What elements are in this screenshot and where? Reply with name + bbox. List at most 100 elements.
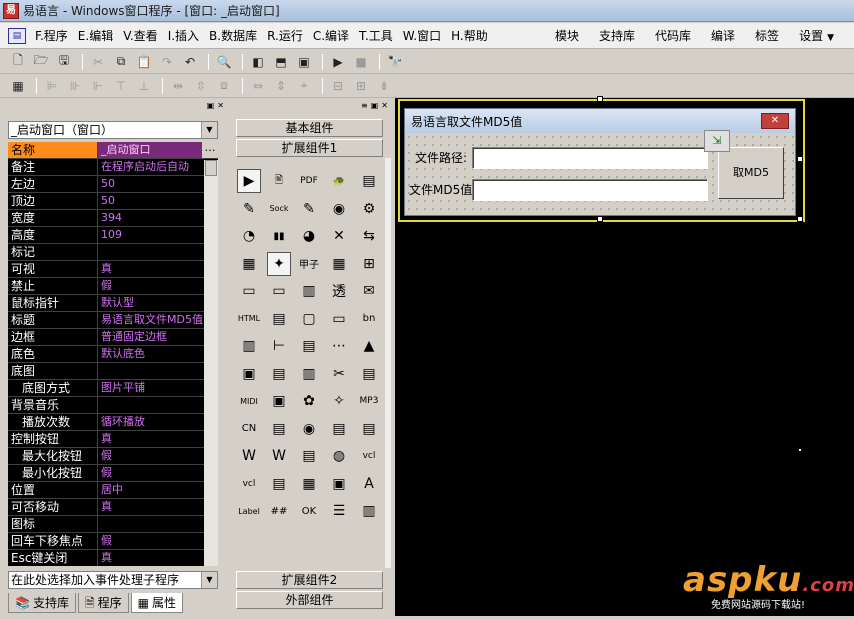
menu-compile-quick[interactable]: 编译 (701, 23, 745, 49)
tab-program[interactable]: 🗎 程序 (77, 593, 129, 613)
align-right-icon[interactable]: ⊩ (88, 77, 108, 95)
property-value[interactable] (98, 363, 218, 379)
property-value[interactable]: 394 (98, 210, 218, 226)
property-row[interactable]: 底色 默认底色 (8, 346, 218, 363)
copy-icon[interactable]: ⧉ (111, 53, 131, 71)
extension-components-2-button[interactable]: 扩展组件2 (236, 571, 383, 589)
component-icon[interactable]: ▭ (267, 279, 291, 303)
property-value[interactable]: 50 (98, 193, 218, 209)
menu-icon[interactable]: ≡ (361, 101, 368, 110)
menu-support-lib[interactable]: 支持库 (589, 23, 645, 49)
align-middle-icon[interactable]: ⊥ (134, 77, 154, 95)
property-row[interactable]: 控制按钮真 (8, 431, 218, 448)
property-row[interactable]: 最大化按钮假 (8, 448, 218, 465)
component-icon[interactable]: ▶ (237, 169, 261, 193)
undo-icon[interactable]: ↶ (180, 53, 200, 71)
component-icon[interactable]: 🐢 (327, 169, 351, 193)
restore-icon[interactable]: ▣ (207, 101, 215, 110)
menu-database[interactable]: B.数据库 (204, 23, 262, 49)
component-icon[interactable]: ▤ (297, 444, 321, 468)
stop-icon[interactable]: ■ (351, 53, 371, 71)
menu-insert[interactable]: I.插入 (163, 23, 204, 49)
md5-label[interactable]: 文件MD5值: (409, 181, 476, 198)
property-value[interactable] (98, 397, 218, 413)
property-value[interactable]: 循环播放 (98, 414, 218, 430)
property-row[interactable]: 最小化按钮假 (8, 465, 218, 482)
component-icon[interactable]: ▤ (297, 334, 321, 358)
property-row[interactable]: 名称 _启动窗口… (8, 142, 218, 159)
property-row[interactable]: 左边 50 (8, 176, 218, 193)
get-md5-button[interactable]: 取MD5 (718, 147, 784, 199)
component-icon[interactable]: ◉ (327, 197, 351, 221)
component-icon[interactable]: ✕ (327, 224, 351, 248)
property-row[interactable]: 标题 易语言取文件MD5值 (8, 312, 218, 329)
component-icon[interactable]: ✦ (267, 251, 291, 276)
component-icon[interactable]: ▮▮ (267, 224, 291, 248)
component-icon[interactable]: Sock (267, 197, 291, 221)
component-icon[interactable]: ▤ (267, 417, 291, 441)
property-value[interactable]: 图片平铺 (98, 380, 218, 396)
component-icon[interactable]: ✎ (237, 197, 261, 221)
md5-output[interactable] (472, 179, 708, 201)
designed-form[interactable]: 易语言取文件MD5值 ✕ 文件路径: 文件MD5值: 取MD5 (404, 108, 796, 216)
component-icon[interactable]: ▣ (327, 472, 351, 496)
menu-tags[interactable]: 标签 (745, 23, 789, 49)
align-top-icon[interactable]: ⊤ (111, 77, 131, 95)
component-icon[interactable]: ▤ (267, 362, 291, 386)
property-value[interactable]: 假 (98, 465, 218, 481)
component-icon[interactable]: ▲ (357, 334, 381, 358)
component-icon[interactable]: ▤ (357, 169, 381, 193)
component-icon[interactable]: ▤ (267, 307, 291, 331)
component-icon[interactable]: ▤ (357, 417, 381, 441)
property-value[interactable]: _启动窗口… (98, 142, 218, 158)
menu-run[interactable]: R.运行 (262, 23, 308, 49)
component-icon[interactable]: ✂ (327, 362, 351, 386)
same-height-icon[interactable]: ⇳ (191, 77, 211, 95)
component-icon[interactable]: ⊢ (267, 334, 291, 358)
event-select[interactable]: 在此处选择加入事件处理子程序 ▼ (8, 571, 218, 589)
property-value[interactable]: 假 (98, 448, 218, 464)
property-row[interactable]: 边框 普通固定边框 (8, 329, 218, 346)
component-icon[interactable]: ▤ (267, 472, 291, 496)
property-value[interactable] (98, 244, 218, 260)
property-value[interactable]: 真 (98, 431, 218, 447)
new-file-icon[interactable]: 🗋 (8, 53, 28, 71)
layout-left-icon[interactable]: ◧ (248, 53, 268, 71)
menu-settings[interactable]: 设置 ▼ (789, 23, 844, 49)
menu-code-lib[interactable]: 代码库 (645, 23, 701, 49)
menu-module[interactable]: 模块 (545, 23, 589, 49)
component-icon[interactable]: MP3 (357, 389, 381, 413)
menu-tools[interactable]: T.工具 (354, 23, 398, 49)
menu-window[interactable]: W.窗口 (398, 23, 446, 49)
ellipsis-button[interactable]: … (202, 142, 218, 158)
property-row[interactable]: 宽度 394 (8, 210, 218, 227)
chevron-down-icon[interactable]: ▼ (201, 122, 217, 138)
component-icon[interactable]: bn (357, 307, 381, 331)
component-icon[interactable]: 甲子 (297, 252, 321, 276)
tab-support-lib[interactable]: 📚 支持库 (8, 593, 76, 613)
property-row[interactable]: 可视真 (8, 261, 218, 278)
component-icon[interactable]: ▭ (327, 307, 351, 331)
run-icon[interactable]: ▶ (328, 53, 348, 71)
resize-handle[interactable] (797, 156, 803, 162)
redo-icon[interactable]: ↷ (157, 53, 177, 71)
layout-both-icon[interactable]: ▣ (294, 53, 314, 71)
path-input[interactable] (472, 147, 708, 169)
property-row[interactable]: 顶边 50 (8, 193, 218, 210)
menu-doc-icon[interactable]: ▤ (8, 28, 26, 44)
component-icon[interactable]: ▤ (327, 417, 351, 441)
component-icon[interactable]: ## (267, 499, 291, 523)
component-icon[interactable]: MIDI (237, 389, 261, 413)
tab-properties[interactable]: ▦ 属性 (130, 593, 183, 613)
property-value[interactable]: 50 (98, 176, 218, 192)
property-value[interactable]: 假 (98, 278, 218, 294)
component-icon[interactable]: ⇆ (357, 224, 381, 248)
component-icon[interactable]: A (357, 472, 381, 496)
property-value[interactable]: 居中 (98, 482, 218, 498)
property-value[interactable]: 默认底色 (98, 346, 218, 362)
property-row[interactable]: 位置 居中 (8, 482, 218, 499)
component-icon[interactable]: ▦ (297, 472, 321, 496)
property-row[interactable]: 备注 在程序启动后自动 (8, 159, 218, 176)
component-icon[interactable]: ▥ (357, 499, 381, 523)
component-scrollbar[interactable] (385, 158, 391, 568)
